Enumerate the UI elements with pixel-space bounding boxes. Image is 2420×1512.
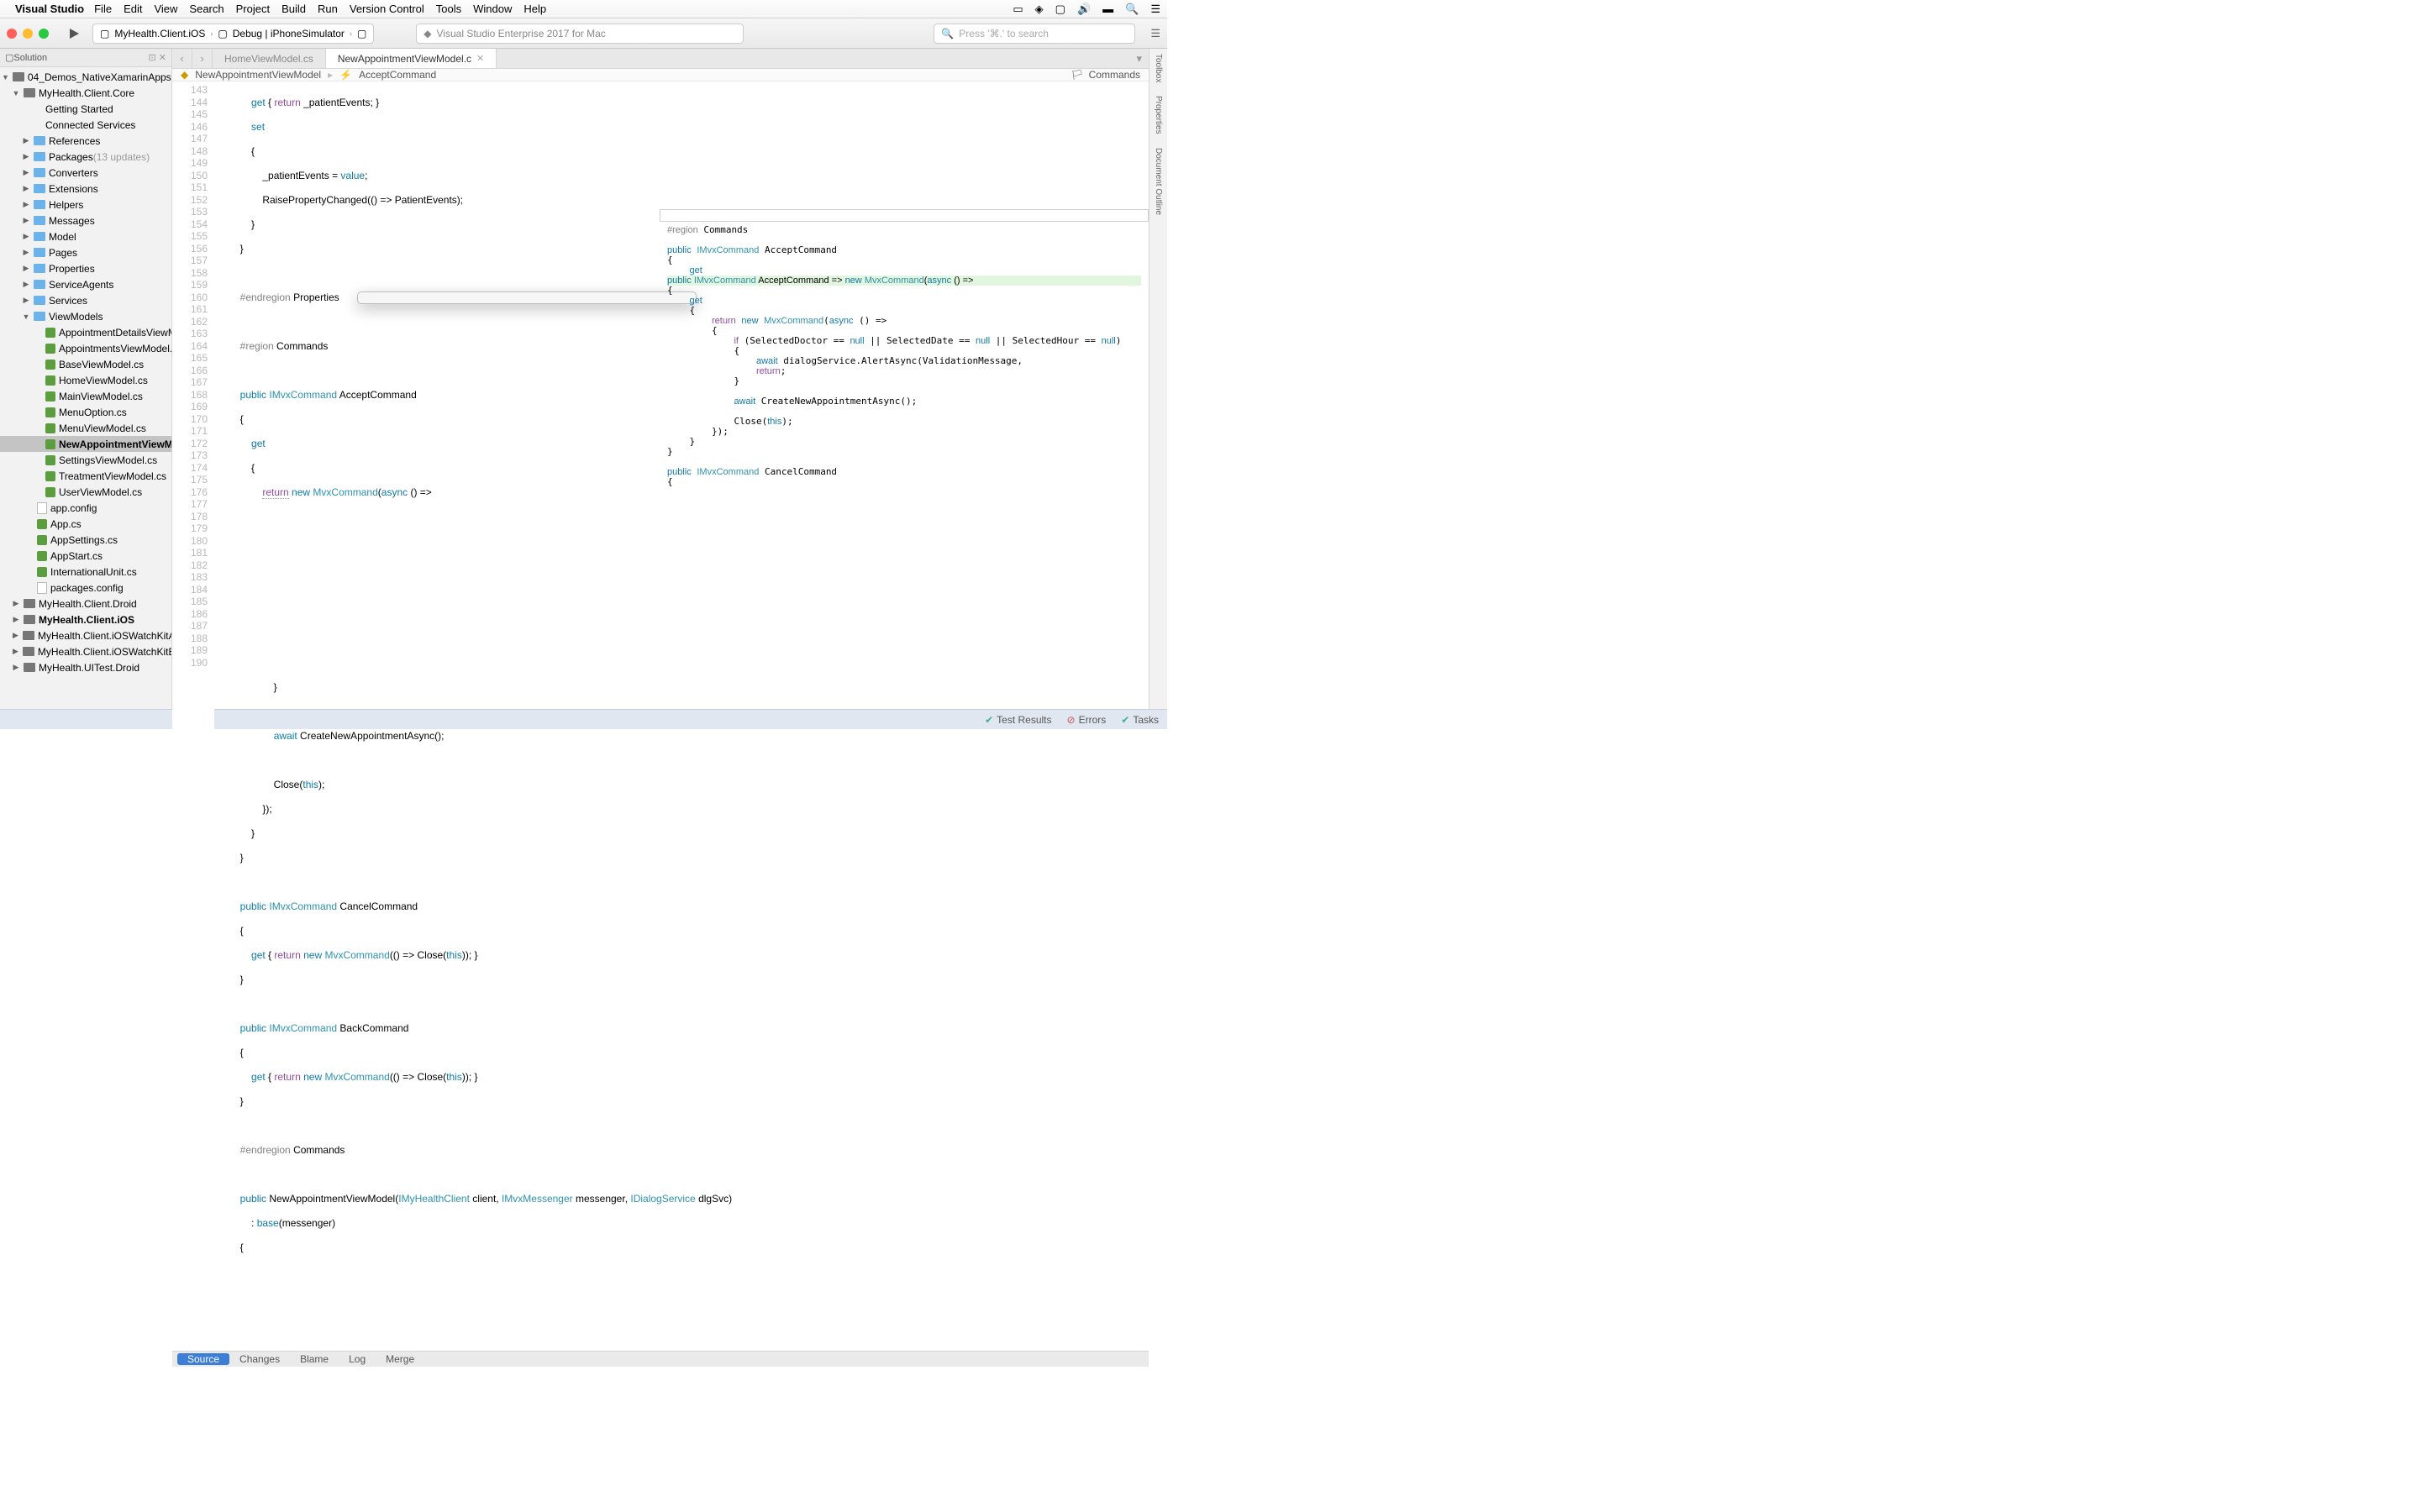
- tree-file[interactable]: InternationalUnit.cs: [0, 564, 171, 580]
- project-watchext[interactable]: ▶MyHealth.Client.iOSWatchKitExte: [0, 643, 171, 659]
- menu-build[interactable]: Build: [281, 3, 306, 15]
- search-input[interactable]: 🔍Press '⌘.' to search: [934, 24, 1135, 44]
- menu-view[interactable]: View: [154, 3, 177, 15]
- panel-document-outline[interactable]: Document Outline: [1154, 148, 1163, 215]
- menu-icon[interactable]: ☰: [1150, 3, 1160, 16]
- project-core[interactable]: ▼ MyHealth.Client.Core: [0, 85, 171, 101]
- nav-forward[interactable]: ›: [192, 49, 213, 68]
- tree-folder[interactable]: ▶Helpers: [0, 197, 171, 213]
- line-gutter: 1431441451461471481491501511521531541551…: [172, 81, 214, 1351]
- refactor-preview: #region Commands public IMvxCommand Acce…: [660, 209, 1149, 222]
- tree-file[interactable]: SettingsViewModel.cs: [0, 452, 171, 468]
- spotlight-icon[interactable]: 🔍: [1125, 3, 1139, 16]
- tree-folder[interactable]: ▶Messages: [0, 213, 171, 228]
- volume-icon[interactable]: 🔊: [1077, 3, 1091, 16]
- tree-folder[interactable]: ▶Services: [0, 292, 171, 308]
- tree-file[interactable]: AppointmentDetailsViewMod: [0, 324, 171, 340]
- tree-folder[interactable]: ▶Properties: [0, 260, 171, 276]
- project-droid[interactable]: ▶MyHealth.Client.Droid: [0, 596, 171, 612]
- toolbar: ▢MyHealth.Client.iOS › ▢Debug | iPhoneSi…: [0, 18, 1167, 49]
- battery2-icon[interactable]: ▬: [1102, 3, 1113, 15]
- tree-item[interactable]: Getting Started: [0, 101, 171, 117]
- editor-bottom-tabs: Source Changes Blame Log Merge: [172, 1351, 1149, 1367]
- tree-file[interactable]: MenuOption.cs: [0, 404, 171, 420]
- tree-folder[interactable]: ▶ServiceAgents: [0, 276, 171, 292]
- tree-folder[interactable]: ▶References: [0, 133, 171, 149]
- tree-folder-viewmodels[interactable]: ▼ViewModels: [0, 308, 171, 324]
- right-panels: Toolbox Properties Document Outline: [1149, 49, 1167, 709]
- solution-explorer: ▢ Solution ⊡ ✕ ▼ 04_Demos_NativeXamarinA…: [0, 49, 172, 709]
- config-build: Debug | iPhoneSimulator: [233, 28, 345, 39]
- app-name[interactable]: Visual Studio: [15, 3, 84, 15]
- tree-folder[interactable]: ▶Packages (13 updates): [0, 149, 171, 165]
- tree-file[interactable]: UserViewModel.cs: [0, 484, 171, 500]
- tree-file[interactable]: MainViewModel.cs: [0, 388, 171, 404]
- solution-root[interactable]: ▼ 04_Demos_NativeXamarinApps (mas: [0, 69, 171, 85]
- menu-window[interactable]: Window: [473, 3, 512, 15]
- project-uitest[interactable]: ▶MyHealth.UITest.Droid: [0, 659, 171, 675]
- menu-version-control[interactable]: Version Control: [350, 3, 424, 15]
- config-project: MyHealth.Client.iOS: [114, 28, 205, 39]
- solution-tree[interactable]: ▼ 04_Demos_NativeXamarinApps (mas ▼ MyHe…: [0, 67, 171, 677]
- tree-file-selected[interactable]: NewAppointmentViewModel.: [0, 436, 171, 452]
- menu-project[interactable]: Project: [236, 3, 270, 15]
- close-tab-icon[interactable]: ✕: [476, 53, 484, 64]
- window-controls: [7, 29, 49, 39]
- tree-file[interactable]: TreatmentViewModel.cs: [0, 468, 171, 484]
- tree-folder[interactable]: ▶Pages: [0, 244, 171, 260]
- menu-edit[interactable]: Edit: [124, 3, 142, 15]
- bottom-tab-merge[interactable]: Merge: [376, 1352, 424, 1367]
- tree-file[interactable]: app.config: [0, 500, 171, 516]
- display-icon[interactable]: ▢: [1055, 3, 1065, 16]
- tree-item[interactable]: Connected Services: [0, 117, 171, 133]
- tree-file[interactable]: HomeViewModel.cs: [0, 372, 171, 388]
- tree-file[interactable]: MenuViewModel.cs: [0, 420, 171, 436]
- config-selector[interactable]: ▢MyHealth.Client.iOS › ▢Debug | iPhoneSi…: [92, 24, 374, 44]
- zoom-button[interactable]: [39, 29, 49, 39]
- tree-file[interactable]: App.cs: [0, 516, 171, 532]
- menu-search[interactable]: Search: [189, 3, 224, 15]
- run-button[interactable]: [64, 24, 84, 44]
- battery-icon[interactable]: ▭: [1013, 3, 1023, 16]
- project-ios[interactable]: ▶MyHealth.Client.iOS: [0, 612, 171, 627]
- tree-file[interactable]: BaseViewModel.cs: [0, 356, 171, 372]
- bottom-tab-blame[interactable]: Blame: [290, 1352, 339, 1367]
- wifi-icon[interactable]: ◈: [1035, 3, 1044, 16]
- quick-fix-menu: Use expression body for properties Add a…: [357, 291, 697, 304]
- panel-toolbox[interactable]: Toolbox: [1154, 54, 1163, 82]
- breadcrumb[interactable]: ◆NewAppointmentViewModel ▸ ⚡AcceptComman…: [172, 69, 1149, 81]
- tree-file[interactable]: packages.config: [0, 580, 171, 596]
- editor-tabstrip: ‹ › HomeViewModel.cs NewAppointmentViewM…: [172, 49, 1149, 69]
- minimap[interactable]: [1142, 81, 1149, 1351]
- hamburger-icon[interactable]: ☰: [1150, 27, 1160, 40]
- project-watchapp[interactable]: ▶MyHealth.Client.iOSWatchKitApp: [0, 627, 171, 643]
- nav-back[interactable]: ‹: [172, 49, 192, 68]
- close-button[interactable]: [7, 29, 17, 39]
- menu-tools[interactable]: Tools: [436, 3, 461, 15]
- panel-properties[interactable]: Properties: [1154, 96, 1163, 134]
- editor-area: ‹ › HomeViewModel.cs NewAppointmentViewM…: [172, 49, 1149, 709]
- tree-folder[interactable]: ▶Extensions: [0, 181, 171, 197]
- macos-menubar: Visual Studio File Edit View Search Proj…: [0, 0, 1167, 18]
- tab-newappointment[interactable]: NewAppointmentViewModel.c✕: [326, 49, 497, 68]
- menu-file[interactable]: File: [94, 3, 112, 15]
- tab-home[interactable]: HomeViewModel.cs: [213, 49, 326, 68]
- code-editor[interactable]: 1431441451461471481491501511521531541551…: [172, 81, 1149, 1351]
- status-display: ◆Visual Studio Enterprise 2017 for Mac: [416, 24, 744, 44]
- bottom-tab-source[interactable]: Source: [177, 1353, 229, 1365]
- code-content[interactable]: get { return _patientEvents; } set { _pa…: [214, 81, 1149, 1351]
- minimize-button[interactable]: [23, 29, 33, 39]
- menu-help[interactable]: Help: [523, 3, 546, 15]
- menu-run[interactable]: Run: [318, 3, 338, 15]
- sidebar-title: ▢ Solution ⊡ ✕: [0, 49, 171, 67]
- tree-folder[interactable]: ▶Converters: [0, 165, 171, 181]
- tree-file[interactable]: AppSettings.cs: [0, 532, 171, 548]
- bottom-tab-changes[interactable]: Changes: [229, 1352, 290, 1367]
- tree-folder[interactable]: ▶Model: [0, 228, 171, 244]
- bottom-tab-log[interactable]: Log: [339, 1352, 376, 1367]
- tree-file[interactable]: AppointmentsViewModel.cs: [0, 340, 171, 356]
- tab-dropdown[interactable]: ▾: [1129, 49, 1149, 68]
- tree-file[interactable]: AppStart.cs: [0, 548, 171, 564]
